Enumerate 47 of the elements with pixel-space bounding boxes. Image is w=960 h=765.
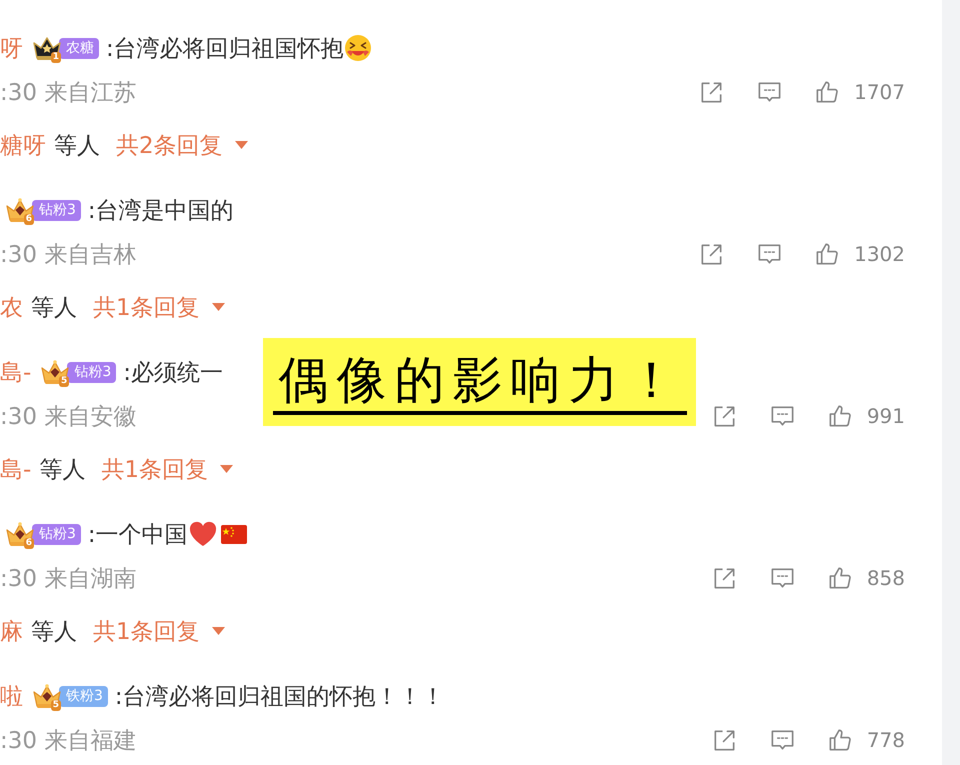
comment-meta: :30 来自安徽 xyxy=(0,402,136,432)
comment-meta: :30 来自湖南 xyxy=(0,564,136,594)
like-button[interactable]: 991 xyxy=(826,402,905,430)
laughing-face-icon xyxy=(344,34,372,62)
commenter-name[interactable]: 呀 xyxy=(0,32,23,64)
reply-suffix: 等人 xyxy=(31,294,77,322)
heart-icon xyxy=(188,520,218,548)
reply-suffix: 等人 xyxy=(39,456,86,484)
reply-author-link[interactable]: 麻 xyxy=(0,616,23,646)
thumbs-up-icon xyxy=(826,726,854,754)
replies-toggle[interactable]: 共2条回复 xyxy=(116,130,248,160)
reply-suffix: 等人 xyxy=(31,618,77,646)
comment-text: :一个中国 xyxy=(88,520,188,550)
comment-text: :必须统一 xyxy=(123,358,223,388)
reply-author-link[interactable]: 糖呀 xyxy=(0,130,46,160)
comment-text: :台湾是中国的 xyxy=(88,196,234,226)
reply-author-link[interactable]: 农 xyxy=(0,292,23,322)
like-button[interactable]: 1707 xyxy=(814,78,905,106)
replies-toggle[interactable]: 共1条回复 xyxy=(101,454,233,484)
fan-badge: 农糖 xyxy=(59,38,99,58)
fan-badge: 钻粉3 xyxy=(67,362,116,382)
replies-toggle[interactable]: 共1条回复 xyxy=(93,292,225,322)
reply-suffix: 等人 xyxy=(54,132,100,160)
crown-level: 5 xyxy=(59,376,70,386)
commenter-name[interactable]: 島- xyxy=(0,356,32,388)
like-button[interactable]: 858 xyxy=(826,564,905,592)
sticker-text: 偶像的影响力！ xyxy=(272,349,686,415)
commenter-name[interactable]: 啦 xyxy=(0,680,23,712)
comment-meta: :30 来自江苏 xyxy=(0,78,136,108)
caret-icon xyxy=(220,465,233,473)
fan-badge: 铁粉3 xyxy=(59,686,108,706)
caret-icon xyxy=(234,141,248,149)
fan-badge: 钻粉3 xyxy=(32,200,81,220)
fan-badge: 钻粉3 xyxy=(32,524,81,544)
thumbs-up-icon xyxy=(826,564,854,592)
comment-meta: :30 来自福建 xyxy=(0,726,136,756)
thumbs-up-icon xyxy=(826,402,854,430)
like-button[interactable]: 778 xyxy=(826,726,905,754)
comment-text: :台湾必将回归祖国的怀抱！！！ xyxy=(114,682,445,712)
caret-icon xyxy=(212,303,225,311)
comment-meta: :30 来自吉林 xyxy=(0,240,136,270)
reply-author-link[interactable]: 島- xyxy=(0,454,32,484)
like-button[interactable]: 1302 xyxy=(814,240,905,268)
caret-icon xyxy=(212,627,225,635)
replies-toggle[interactable]: 共1条回复 xyxy=(93,616,225,646)
comment-text: :台湾必将回归祖国怀抱 xyxy=(106,34,344,64)
flag-icon xyxy=(220,524,247,544)
